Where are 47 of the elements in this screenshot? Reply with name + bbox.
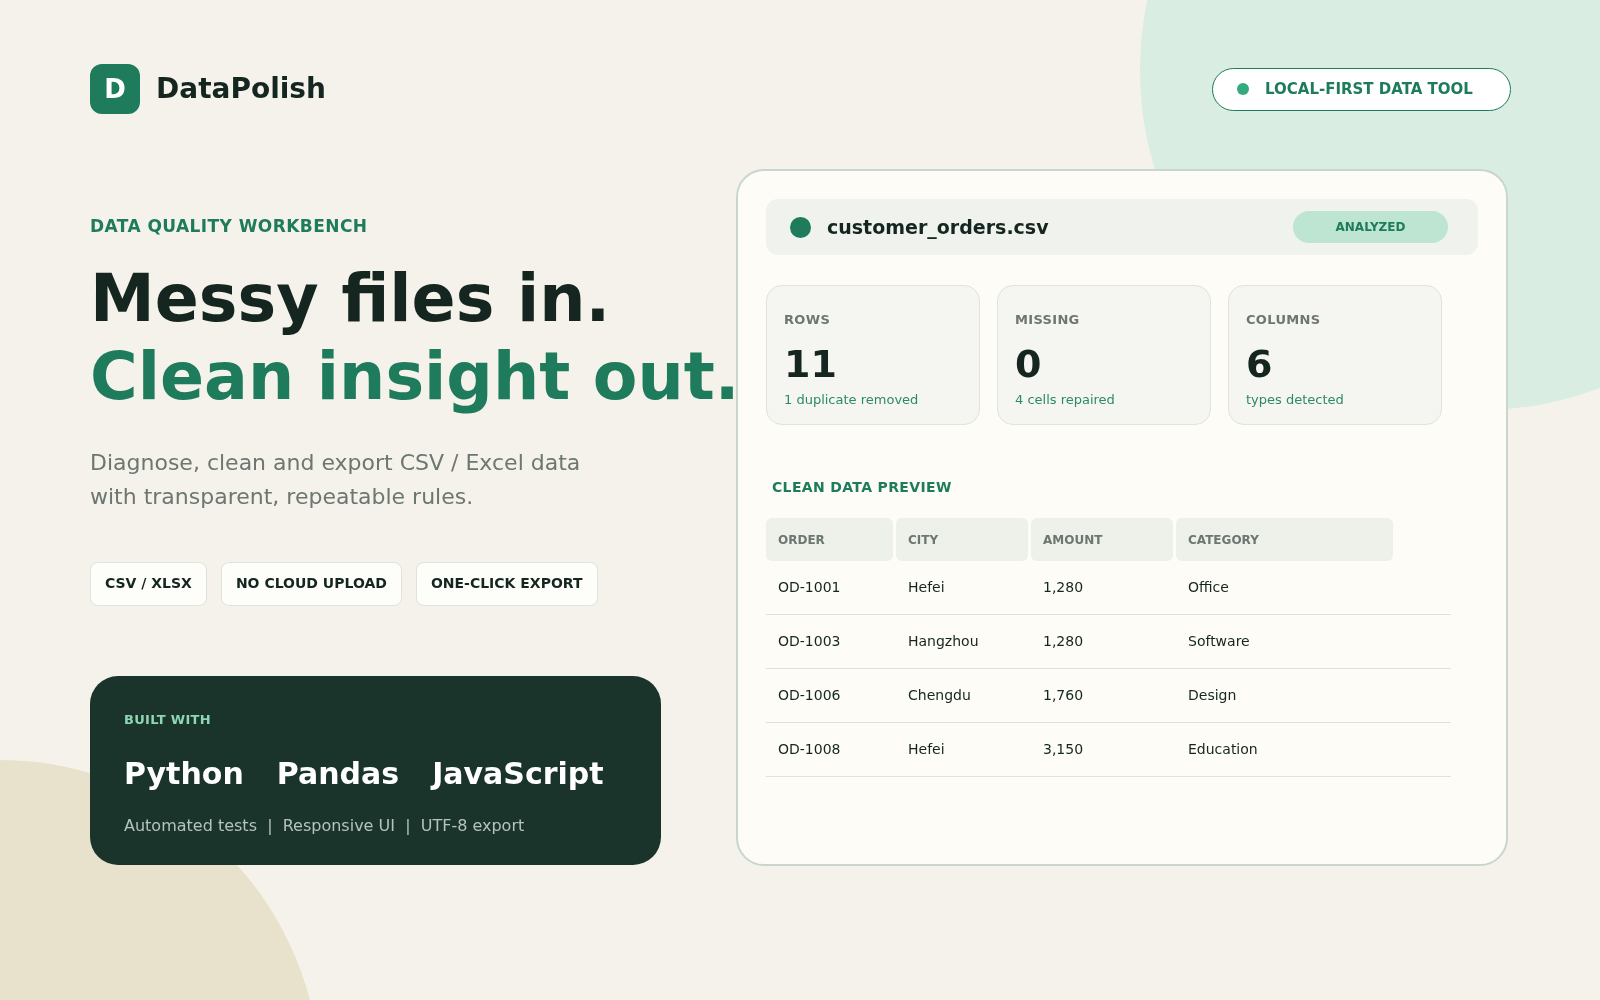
eyebrow-text: DATA QUALITY WORKBENCH — [90, 215, 369, 238]
brand-name: DataPolish — [156, 71, 326, 107]
stat-label: ROWS — [784, 311, 832, 329]
table-cell-text: 1,760 — [1042, 686, 1085, 705]
card-label: BUILT WITH — [124, 710, 212, 729]
technology-name: JavaScript — [432, 755, 604, 793]
table-cell-text: Hefei — [907, 740, 946, 759]
column-header: AMOUNT — [1031, 518, 1173, 561]
file-name: customer_orders.csv — [827, 214, 1049, 241]
table-cell-text: Software — [1187, 632, 1251, 651]
technology-name: Pandas — [276, 755, 400, 793]
stat-note: 4 cells repaired — [1015, 390, 1116, 409]
stat-label: COLUMNS — [1246, 311, 1322, 329]
stat-note: types detected — [1246, 390, 1345, 409]
feature-tag: CSV / XLSX — [90, 561, 207, 606]
column-header: ORDER — [766, 518, 893, 561]
table-cell-text: Office — [1187, 578, 1230, 597]
feature-list: Automated tests | Responsive UI | UTF-8 export — [124, 814, 627, 838]
table-cell-text: 1,280 — [1042, 578, 1085, 597]
column-header: CATEGORY — [1176, 518, 1393, 561]
subtitle-text: Diagnose, clean and export CSV / Excel data with transparent, repeatable rules. — [90, 448, 582, 511]
column-header: CITY — [896, 518, 1028, 561]
table-cell-text: OD-1006 — [777, 686, 842, 705]
stat-value: 11 — [784, 341, 838, 386]
logo-icon: D — [90, 64, 140, 114]
table-cell-text: Chengdu — [907, 686, 972, 705]
stat-value: 6 — [1246, 341, 1274, 386]
table-cell-text: OD-1003 — [777, 632, 842, 651]
table-cell-text: Education — [1187, 740, 1259, 759]
badge-label: LOCAL-FIRST DATA TOOL — [1265, 78, 1473, 100]
feature-tag: NO CLOUD UPLOAD — [220, 561, 402, 606]
table-cell-text: OD-1008 — [777, 740, 842, 759]
table-cell-text: 1,280 — [1042, 632, 1085, 651]
headline-text: Clean insight out. — [90, 337, 736, 416]
table-cell-text: Hangzhou — [907, 632, 980, 651]
table-cell-text: 3,150 — [1042, 740, 1085, 759]
table-cell-text: OD-1001 — [777, 578, 842, 597]
feature-tag: ONE-CLICK EXPORT — [415, 561, 598, 606]
technology-name: Python — [124, 755, 244, 793]
table-cell-text: Design — [1187, 686, 1238, 705]
status-pill: ANALYZED — [1293, 211, 1448, 243]
stat-label: MISSING — [1015, 311, 1081, 329]
stat-note: 1 duplicate removed — [784, 390, 920, 409]
stat-value: 0 — [1015, 341, 1043, 386]
table-cell-text: Hefei — [907, 578, 946, 597]
section-title: CLEAN DATA PREVIEW — [772, 478, 953, 497]
headline-text: Messy files in. — [90, 259, 612, 338]
